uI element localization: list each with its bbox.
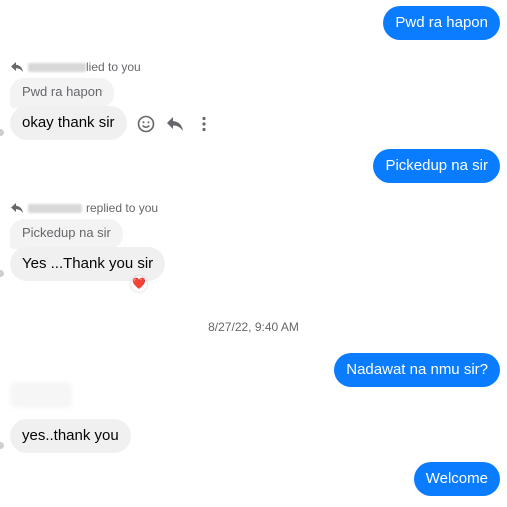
outgoing-message[interactable]: Pwd ra hapon — [383, 6, 500, 40]
redacted-sender-name — [28, 62, 86, 72]
avatar — [0, 270, 4, 277]
heart-reaction[interactable]: ❤️ — [131, 276, 147, 292]
avatar — [0, 442, 4, 449]
message-actions — [136, 114, 214, 134]
redacted-sender-name — [28, 203, 82, 213]
outgoing-message[interactable]: Pickedup na sir — [373, 149, 500, 183]
outgoing-message[interactable]: Welcome — [413, 462, 500, 496]
outgoing-message[interactable]: Nadawat na nmu sir? — [334, 353, 500, 387]
more-vertical-icon[interactable] — [194, 114, 214, 134]
quoted-message[interactable]: Pickedup na sir — [10, 219, 123, 249]
reply-header-text: replied to you — [86, 201, 159, 215]
reply-arrow-icon[interactable] — [165, 114, 185, 134]
redacted-content — [10, 382, 72, 408]
smiley-icon[interactable] — [136, 114, 156, 134]
timestamp: 8/27/22, 9:40 AM — [208, 320, 299, 334]
reply-arrow-icon — [10, 202, 24, 214]
reply-header: replied to you — [10, 201, 158, 215]
reply-header-text: lied to you — [86, 60, 141, 74]
reply-arrow-icon — [10, 61, 24, 73]
incoming-message[interactable]: yes..thank you — [10, 419, 131, 453]
incoming-message[interactable]: okay thank sir — [10, 106, 127, 140]
quoted-message[interactable]: Pwd ra hapon — [10, 78, 115, 108]
heart-reaction-glyph: ❤️ — [132, 278, 146, 290]
avatar — [0, 129, 4, 136]
reply-header: lied to you — [10, 60, 141, 74]
